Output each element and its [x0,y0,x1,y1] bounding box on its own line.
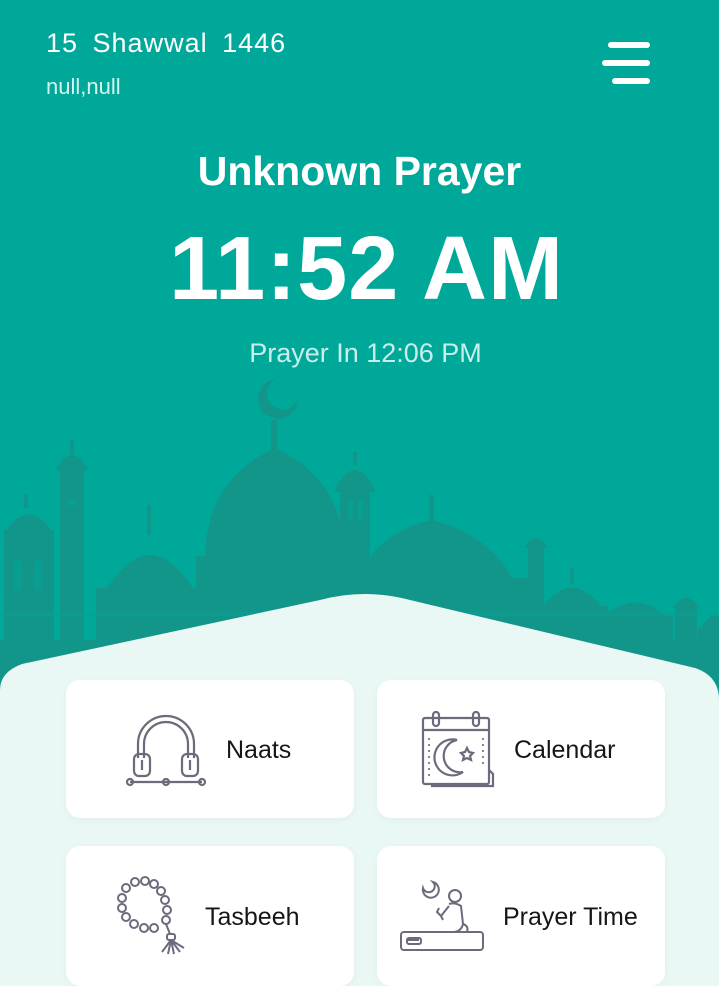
naats-label: Naats [226,736,292,764]
tasbeeh-card[interactable]: Tasbeeh [66,846,354,986]
prayer-time-card[interactable]: Prayer Time [377,846,665,986]
tasbeeh-label: Tasbeeh [205,903,300,931]
calendar-label: Calendar [514,736,616,764]
praying-person-icon [400,879,484,951]
calendar-moon-icon [421,710,495,788]
naats-card[interactable]: Naats [66,680,354,818]
content-background [0,594,719,986]
calendar-card[interactable]: Calendar [377,680,665,818]
headphones-icon [125,714,207,787]
prayer-beads-icon [117,876,185,955]
prayer-time-label: Prayer Time [503,903,638,931]
